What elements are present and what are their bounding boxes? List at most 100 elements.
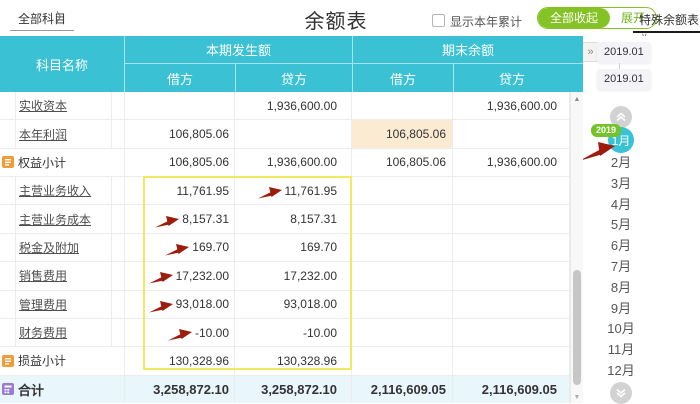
month-item[interactable]: 4月 [583,195,659,216]
cell-end_debit [352,177,453,204]
cell-end_credit: 2,116,609.05 [453,376,570,403]
month-item[interactable]: 2月 [583,153,659,174]
table-scrollbar[interactable]: ▲ ▼ [570,92,583,403]
table-row[interactable]: 主营业务成本8,157.318,157.31 [0,205,583,233]
table-row[interactable]: 实收资本1,936,600.001,936,600.00 [0,92,583,120]
scrollbar-thumb[interactable] [573,270,581,385]
cell-credit: 169.70 [235,234,352,261]
expand-cell [0,319,16,346]
month-item[interactable]: 7月 [583,257,659,278]
table-row[interactable]: 损益小计130,328.96130,328.96 [0,347,583,375]
cell-debit: 169.70 [125,234,235,261]
cell-debit: 17,232.00 [125,262,235,289]
cell-end_credit [453,234,570,261]
double-chevron-up-icon [615,111,627,123]
cell-end_debit: 106,805.06 [352,120,453,147]
cell-end_credit [453,319,570,346]
balance-table: 科目名称 本期发生额 期末余额 借方 贷方 借方 贷方 实收资本1,936,60… [0,36,583,403]
spacer-cell [112,120,125,147]
table-row[interactable]: 权益小计106,805.061,936,600.00106,805.061,93… [0,149,583,177]
cell-credit: 17,232.00 [235,262,352,289]
cell-end_debit: 2,116,609.05 [352,376,453,403]
toolbar: 全部科目 〉 余额表 显示本年累计 全部收起 展开 特殊余额表 ∨ [0,0,700,36]
table-row[interactable]: 税金及附加 169.70169.70 [0,234,583,262]
page-title: 余额表 [296,5,376,34]
cell-debit: 3,258,872.10 [125,376,235,403]
account-link[interactable]: 主营业务收入 [19,182,91,199]
cell-debit: 93,018.00 [125,291,235,318]
account-link[interactable]: 管理费用 [19,296,67,313]
total-icon [2,383,14,395]
chevron-right-icon: 〉 [56,8,68,25]
account-link[interactable]: 主营业务成本 [19,211,91,228]
month-item[interactable]: 6月 [583,236,659,257]
year-badge: 2019 [591,124,621,137]
cell-end_debit [352,205,453,232]
table-row[interactable]: 主营业务收入 11,761.9511,761.95 [0,177,583,205]
spacer-cell [112,319,125,346]
show-ytd-checkbox[interactable] [432,14,445,27]
cell-credit [235,120,352,147]
cell-end_credit: 1,936,600.00 [453,92,570,119]
account-name-cell: 主营业务收入 [16,177,112,204]
cell-end_credit [453,347,570,374]
expand-cell [0,92,16,119]
table-row[interactable]: 管理费用93,018.0093,018.00 [0,291,583,319]
month-item[interactable]: 10月 [583,319,659,340]
account-name-cell: 主营业务成本 [16,205,112,232]
month-list: 2月3月4月5月6月7月8月9月10月11月12月 [583,153,659,382]
scroll-down-icon[interactable]: ▼ [571,394,583,401]
collapse-all-button[interactable]: 全部收起 [538,8,610,28]
cell-credit: 11,761.95 [235,177,352,204]
header-credit-ending: 贷方 [453,64,570,92]
header-current-period: 本期发生额 [125,36,352,64]
cell-debit: 130,328.96 [125,347,235,374]
table-row[interactable]: 销售费用 17,232.0017,232.00 [0,262,583,290]
annotation-arrow [149,300,173,313]
spacer-cell [112,205,125,232]
account-link[interactable]: 财务费用 [19,324,67,341]
scroll-up-icon[interactable]: ▲ [571,96,583,103]
period-start-box[interactable]: 2019.01 [597,42,651,63]
table-row[interactable]: 合计3,258,872.103,258,872.102,116,609.052,… [0,376,583,403]
month-item[interactable]: 5月 [583,215,659,236]
annotation-arrow [155,215,179,228]
account-link[interactable]: 税金及附加 [19,239,79,256]
cell-end_credit [453,291,570,318]
account-name-cell: 税金及附加 [16,234,112,261]
spacer-cell [112,262,125,289]
month-item[interactable]: 12月 [583,361,659,382]
cell-end_debit [352,319,453,346]
cell-debit: 11,761.95 [125,177,235,204]
account-link[interactable]: 本年利润 [19,126,67,143]
account-link[interactable]: 销售费用 [19,267,67,284]
row-label-cell: 合计 [0,376,125,403]
cell-credit: -10.00 [235,319,352,346]
month-item[interactable]: 9月 [583,299,659,320]
row-label: 权益小计 [18,154,66,171]
scroll-months-down-button[interactable] [610,382,632,404]
row-label: 损益小计 [18,352,66,369]
account-link[interactable]: 实收资本 [19,97,67,114]
account-name-cell: 财务费用 [16,319,112,346]
cell-end_debit [352,92,453,119]
month-item[interactable]: 3月 [583,174,659,195]
account-name-cell: 管理费用 [16,291,112,318]
account-name-cell: 本年利润 [16,120,112,147]
header-debit-current: 借方 [125,64,235,92]
annotation-arrow [149,271,173,284]
table-body: 实收资本1,936,600.001,936,600.00本年利润106,805.… [0,92,583,403]
annotation-arrow [165,243,189,256]
account-name-cell: 实收资本 [16,92,112,119]
month-item[interactable]: 11月 [583,340,659,361]
cell-credit: 3,258,872.10 [235,376,352,403]
table-row[interactable]: 财务费用-10.00-10.00 [0,319,583,347]
cell-end_credit [453,262,570,289]
cell-end_debit: 106,805.06 [352,149,453,176]
special-balance-label: 特殊余额表 [639,13,699,27]
expand-cell [0,177,16,204]
table-row[interactable]: 本年利润106,805.06106,805.06 [0,120,583,148]
month-item[interactable]: 8月 [583,278,659,299]
expand-cell [0,234,16,261]
period-end-box[interactable]: 2019.01 [597,69,651,90]
